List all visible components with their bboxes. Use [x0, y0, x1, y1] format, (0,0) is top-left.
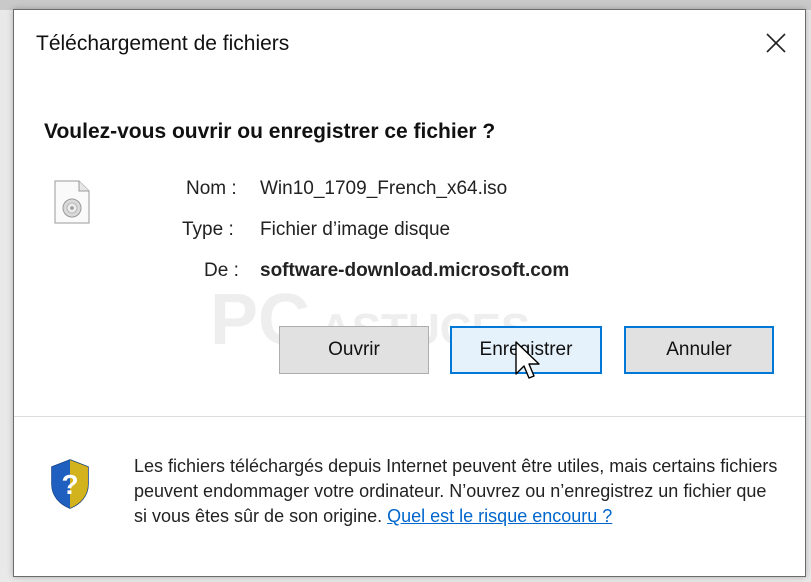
- cancel-button[interactable]: Annuler: [624, 326, 774, 374]
- disc-image-file-icon: [54, 180, 90, 224]
- name-value: Win10_1709_French_x64.iso: [260, 178, 508, 199]
- shield-question-icon: ?: [51, 459, 89, 509]
- close-button[interactable]: [747, 10, 805, 76]
- open-button[interactable]: Ouvrir: [279, 326, 429, 374]
- source-label: De :: [204, 260, 239, 281]
- file-download-dialog: Téléchargement de fichiers Voulez-vous o…: [13, 9, 806, 577]
- save-button[interactable]: Enregistrer: [450, 326, 602, 374]
- file-name-row: Nom : Win10_1709_French_x64.iso: [164, 178, 764, 219]
- dialog-title: Téléchargement de fichiers: [36, 32, 290, 55]
- security-warning: Les fichiers téléchargés depuis Internet…: [134, 454, 784, 529]
- svg-text:?: ?: [61, 469, 78, 500]
- question-heading: Voulez-vous ouvrir ou enregistrer ce fic…: [44, 120, 496, 143]
- type-value: Fichier d’image disque: [260, 219, 451, 240]
- type-label: Type :: [182, 219, 234, 240]
- name-label: Nom :: [186, 178, 237, 199]
- divider: [14, 416, 805, 417]
- title-bar[interactable]: Téléchargement de fichiers: [14, 10, 805, 76]
- file-source-row: De : software-download.microsoft.com: [164, 260, 764, 301]
- close-icon: [766, 33, 786, 53]
- risk-info-link[interactable]: Quel est le risque encouru ?: [387, 506, 612, 526]
- source-value: software-download.microsoft.com: [260, 260, 570, 281]
- file-type-row: Type : Fichier d’image disque: [164, 219, 764, 260]
- file-details: Nom : Win10_1709_French_x64.iso Type : F…: [164, 178, 764, 301]
